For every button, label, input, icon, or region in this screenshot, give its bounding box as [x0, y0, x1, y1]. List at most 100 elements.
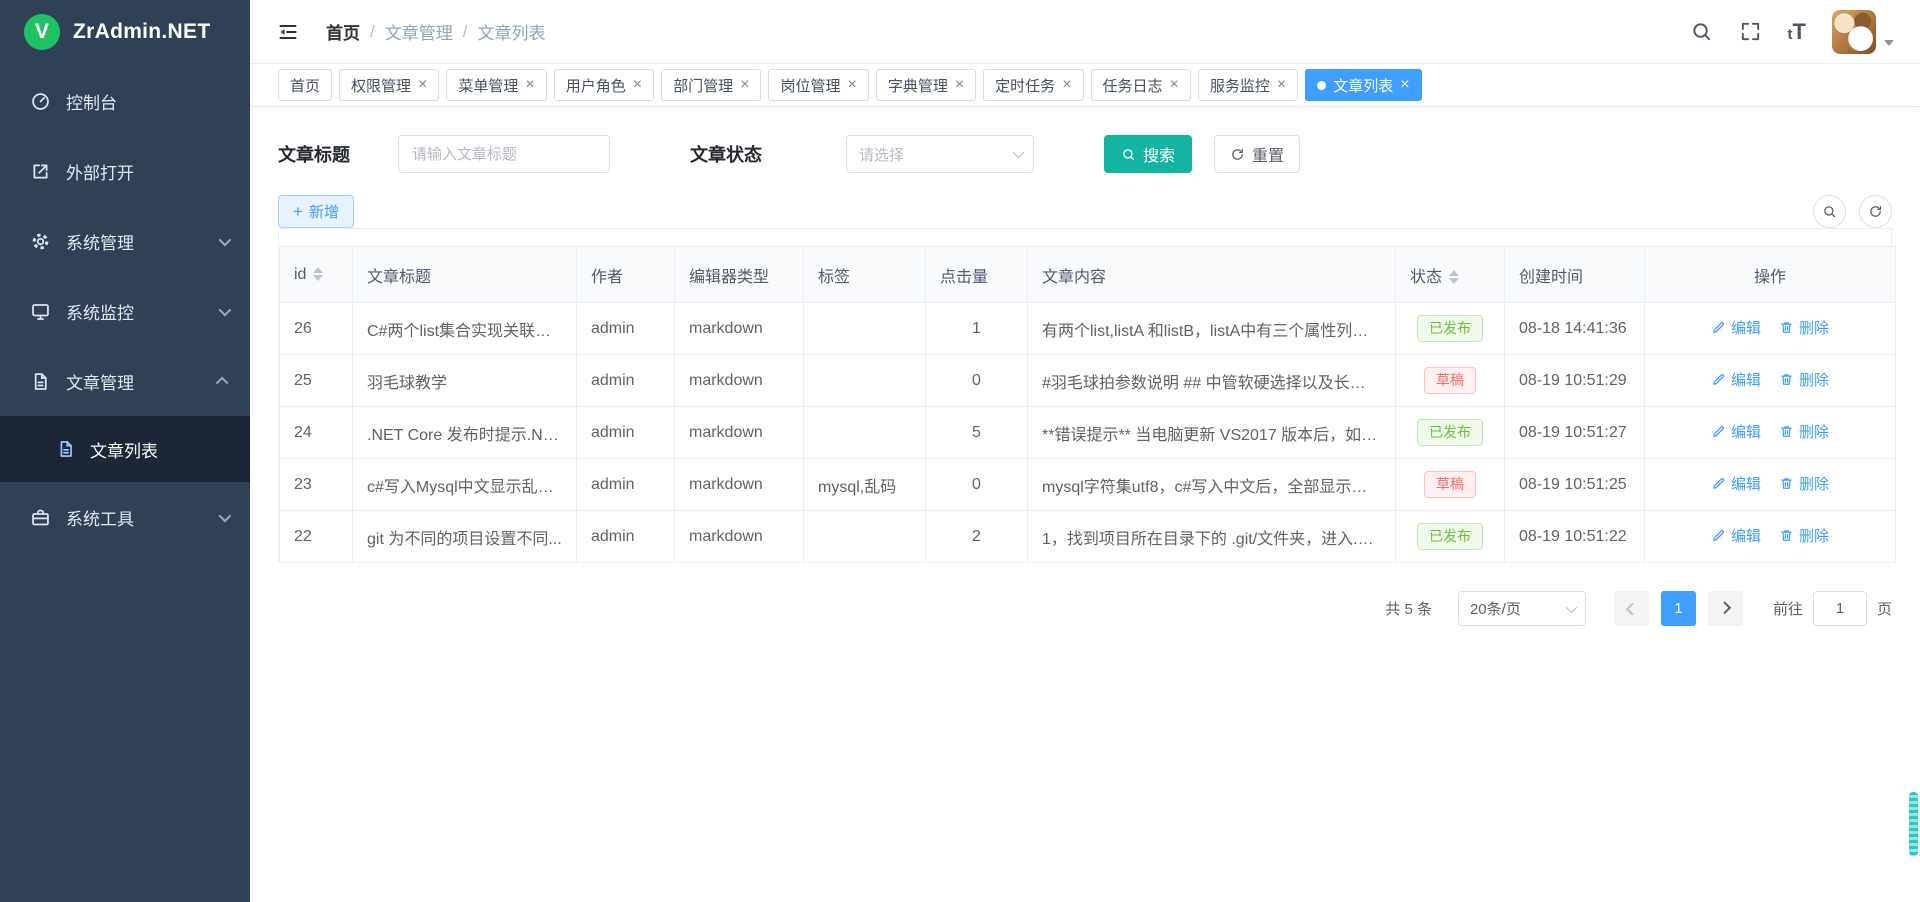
tab-label: 岗位管理 [780, 75, 840, 96]
article-title-input[interactable] [398, 135, 610, 173]
edit-link[interactable]: 编辑 [1711, 317, 1761, 338]
sidebar-item-dashboard[interactable]: 控制台 [0, 66, 250, 136]
close-icon[interactable] [1062, 77, 1071, 93]
edit-link[interactable]: 编辑 [1711, 421, 1761, 442]
breadcrumb: 首页 / 文章管理 / 文章列表 [326, 19, 545, 44]
delete-icon [1779, 372, 1794, 387]
gear-icon [30, 231, 51, 252]
sidebar-fold-button[interactable] [276, 17, 306, 47]
total-count: 共 5 条 [1385, 598, 1432, 619]
sidebar-item-system-monitor[interactable]: 系统监控 [0, 276, 250, 346]
toggle-search-button[interactable] [1813, 195, 1846, 228]
delete-link[interactable]: 删除 [1779, 473, 1829, 494]
close-icon[interactable] [525, 77, 534, 93]
filter-form: 文章标题 文章状态 请选择 搜索 重置 [278, 135, 1892, 173]
sidebar-item-external[interactable]: 外部打开 [0, 136, 250, 206]
refresh-table-button[interactable] [1859, 195, 1892, 228]
plus-icon [293, 203, 303, 221]
tab-scheduled-task[interactable]: 定时任务 [983, 69, 1083, 101]
chevron-down-icon [219, 509, 232, 522]
col-title: 文章标题 [353, 247, 577, 303]
page-content: 文章标题 文章状态 请选择 搜索 重置 新增 [250, 135, 1920, 626]
search-icon[interactable] [1690, 20, 1713, 43]
goto-page-input[interactable] [1813, 591, 1867, 626]
app-logo[interactable]: V ZrAdmin.NET [0, 0, 250, 64]
chevron-left-icon [1626, 603, 1639, 616]
tab-label: 服务监控 [1210, 75, 1270, 96]
tab-service-monitor[interactable]: 服务监控 [1198, 69, 1298, 101]
edit-icon [1711, 476, 1726, 491]
tab-dict-admin[interactable]: 字典管理 [876, 69, 976, 101]
sidebar-subitem-article-list[interactable]: 文章列表 [0, 416, 250, 482]
tab-dept-admin[interactable]: 部门管理 [661, 69, 761, 101]
page-unit-label: 页 [1877, 598, 1892, 619]
close-icon[interactable] [633, 77, 642, 93]
edit-icon [1711, 424, 1726, 439]
tab-task-log[interactable]: 任务日志 [1091, 69, 1191, 101]
close-icon[interactable] [418, 77, 427, 93]
page-number-1[interactable]: 1 [1661, 591, 1696, 626]
sidebar-item-system-tools[interactable]: 系统工具 [0, 482, 250, 552]
sort-icons[interactable] [1449, 270, 1459, 284]
fullscreen-icon[interactable] [1739, 20, 1762, 43]
logo-icon: V [24, 14, 60, 50]
close-icon[interactable] [1277, 77, 1286, 93]
dashboard-icon [30, 91, 51, 112]
delete-link[interactable]: 删除 [1779, 525, 1829, 546]
col-created: 创建时间 [1505, 247, 1645, 303]
prev-page-button[interactable] [1614, 591, 1649, 626]
sort-icons[interactable] [313, 267, 323, 281]
breadcrumb-article-admin[interactable]: 文章管理 [385, 19, 453, 44]
delete-link[interactable]: 删除 [1779, 317, 1829, 338]
table-toolbar: 新增 [278, 195, 1892, 228]
reset-button[interactable]: 重置 [1214, 135, 1300, 173]
chevron-up-icon [216, 376, 229, 389]
document-icon [56, 439, 76, 459]
page-size-select[interactable]: 20条/页 [1458, 591, 1586, 626]
add-button[interactable]: 新增 [278, 195, 354, 228]
avatar[interactable] [1832, 10, 1876, 54]
scrollbar-thumb[interactable] [1909, 792, 1918, 856]
col-id[interactable]: id [280, 247, 353, 303]
close-icon[interactable] [1170, 77, 1179, 93]
edit-link[interactable]: 编辑 [1711, 369, 1761, 390]
monitor-icon [30, 301, 51, 322]
article-status-select[interactable]: 请选择 [846, 135, 1034, 173]
search-button[interactable]: 搜索 [1104, 135, 1192, 173]
close-icon[interactable] [740, 77, 749, 93]
chevron-down-icon [1013, 147, 1024, 158]
tab-article-list[interactable]: 文章列表 [1305, 69, 1421, 101]
delete-link[interactable]: 删除 [1779, 369, 1829, 390]
font-size-icon[interactable] [1788, 21, 1806, 43]
status-badge: 草稿 [1424, 471, 1476, 498]
breadcrumb-home[interactable]: 首页 [326, 19, 360, 44]
tab-user-role[interactable]: 用户角色 [554, 69, 654, 101]
caret-down-icon[interactable] [1884, 40, 1894, 46]
tab-permission[interactable]: 权限管理 [339, 69, 439, 101]
refresh-icon [1868, 204, 1883, 219]
close-icon[interactable] [1400, 77, 1409, 93]
edit-link[interactable]: 编辑 [1711, 525, 1761, 546]
edit-link[interactable]: 编辑 [1711, 473, 1761, 494]
tab-label: 菜单管理 [458, 75, 518, 96]
close-icon[interactable] [955, 77, 964, 93]
close-icon[interactable] [847, 77, 856, 93]
toolbar-right [1813, 195, 1892, 228]
col-editor: 编辑器类型 [675, 247, 804, 303]
delete-icon [1779, 424, 1794, 439]
sidebar-item-system-admin[interactable]: 系统管理 [0, 206, 250, 276]
pagination: 共 5 条 20条/页 1 前往 页 [278, 591, 1892, 626]
sidebar-item-label: 系统工具 [66, 505, 134, 530]
chevron-down-icon [219, 303, 232, 316]
search-icon [1822, 204, 1837, 219]
tab-post-admin[interactable]: 岗位管理 [768, 69, 868, 101]
tab-home[interactable]: 首页 [278, 69, 332, 101]
delete-link[interactable]: 删除 [1779, 421, 1829, 442]
refresh-icon [1230, 147, 1245, 162]
sidebar-item-article-admin[interactable]: 文章管理 [0, 346, 250, 416]
next-page-button[interactable] [1708, 591, 1743, 626]
sidebar-item-label: 控制台 [66, 89, 117, 114]
status-badge: 已发布 [1417, 523, 1483, 550]
tab-menu-admin[interactable]: 菜单管理 [446, 69, 546, 101]
col-status[interactable]: 状态 [1396, 247, 1505, 303]
